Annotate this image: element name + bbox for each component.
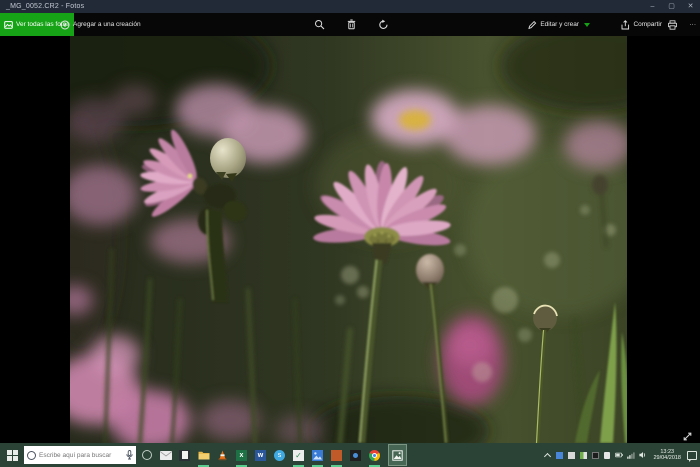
rotate-button[interactable] — [378, 13, 389, 36]
system-tray: 13:23 29/04/2018 — [543, 443, 700, 467]
checklist-icon[interactable]: ✓ — [292, 443, 305, 467]
excel-icon[interactable]: x — [235, 443, 248, 467]
fullscreen-expand-icon[interactable] — [682, 431, 693, 442]
mail-icon[interactable] — [159, 443, 172, 467]
taskbar-clock[interactable]: 13:23 29/04/2018 — [651, 449, 683, 462]
share-label: Compartir — [633, 21, 662, 28]
trash-icon — [346, 19, 357, 30]
tray-icon-white[interactable] — [603, 451, 611, 459]
image-app-icon[interactable] — [311, 443, 324, 467]
battery-icon[interactable] — [615, 451, 623, 459]
window-title: _MG_0052.CR2 - Fotos — [0, 3, 84, 10]
notepad-icon[interactable] — [178, 443, 191, 467]
edit-pencil-icon — [527, 20, 537, 30]
tray-icon-light[interactable] — [567, 451, 575, 459]
minimize-button[interactable]: – — [643, 0, 662, 13]
add-to-creation-label: Agregar a una creación — [73, 21, 141, 28]
see-more-button[interactable]: ··· — [690, 13, 697, 36]
print-button[interactable] — [667, 13, 678, 36]
edit-create-button[interactable]: Editar y crear — [527, 13, 590, 36]
close-button[interactable]: ✕ — [681, 0, 700, 13]
dark-app-icon[interactable] — [349, 443, 362, 467]
edit-create-label: Editar y crear — [540, 21, 579, 28]
tray-icon-green[interactable] — [579, 451, 587, 459]
zoom-button[interactable] — [314, 13, 325, 36]
vlc-icon[interactable] — [216, 443, 229, 467]
file-explorer-icon[interactable] — [197, 443, 210, 467]
app-toolbar: Ver todas las fotos Agregar a una creaci… — [0, 13, 700, 36]
photo-canvas — [0, 36, 700, 443]
delete-button[interactable] — [346, 13, 357, 36]
title-bar: _MG_0052.CR2 - Fotos – ▢ ✕ — [0, 0, 700, 13]
print-icon — [667, 20, 678, 30]
skype-icon[interactable]: s — [273, 443, 286, 467]
see-more-label: ··· — [690, 21, 697, 28]
add-to-creation-button[interactable]: Agregar a una creación — [60, 13, 141, 36]
photo-grid-icon — [4, 20, 13, 29]
add-to-creation-icon — [60, 20, 70, 30]
word-icon[interactable]: w — [254, 443, 267, 467]
window-controls: – ▢ ✕ — [643, 0, 700, 13]
share-button[interactable]: Compartir — [620, 13, 662, 36]
zoom-icon — [314, 19, 325, 30]
photos-app-window: _MG_0052.CR2 - Fotos – ▢ ✕ Ver todas las… — [0, 0, 700, 467]
tray-icon-dark[interactable] — [591, 451, 599, 459]
windows-logo-icon — [7, 450, 18, 461]
chrome-icon[interactable] — [368, 443, 381, 467]
clock-date: 29/04/2018 — [653, 455, 681, 462]
hidden-icons-chevron-icon[interactable] — [543, 451, 551, 459]
rotate-icon — [378, 19, 389, 30]
maximize-button[interactable]: ▢ — [662, 0, 681, 13]
taskbar-search[interactable] — [24, 446, 136, 464]
action-center-icon[interactable] — [687, 451, 697, 460]
share-icon — [620, 20, 630, 30]
volume-icon[interactable] — [639, 451, 647, 459]
task-view-icon[interactable] — [140, 443, 153, 467]
taskbar: x w s ✓ — [0, 443, 700, 467]
photos-app-active-icon[interactable] — [387, 443, 408, 467]
orange-app-icon[interactable] — [330, 443, 343, 467]
tray-icon-blue[interactable] — [555, 451, 563, 459]
taskbar-app-icons: x w s ✓ — [140, 443, 408, 467]
search-input[interactable] — [39, 452, 123, 459]
network-icon[interactable] — [627, 451, 635, 459]
photo-image — [70, 36, 627, 443]
chevron-down-icon — [584, 23, 590, 27]
microphone-icon[interactable] — [126, 450, 133, 460]
start-button[interactable] — [0, 443, 24, 467]
cortana-icon[interactable] — [27, 451, 36, 460]
